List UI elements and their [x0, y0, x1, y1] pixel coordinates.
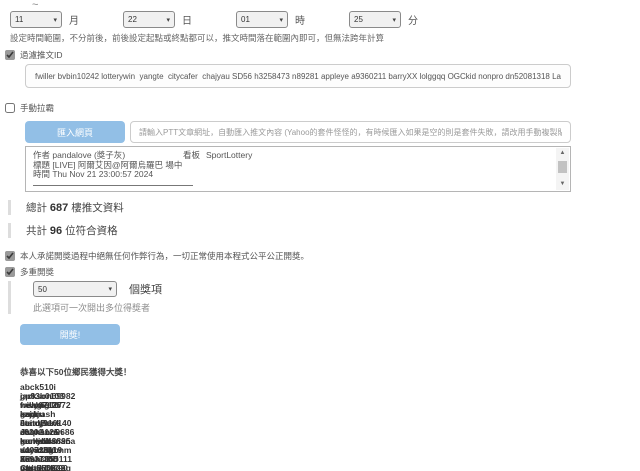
time-range-hint: 設定時間範圍，不分前後，前後設定起點或終點都可以，推文時間落在範圍內即可，但無法…	[10, 33, 385, 43]
fairness-promise-label: 本人承諾開獎過程中絕無任何作弊行為，一切正常使用本程式公平公正開獎。	[20, 251, 310, 261]
prize-count-select[interactable]: 50 ▾	[33, 281, 117, 297]
multi-draw-row: 多重開獎	[5, 266, 640, 278]
prize-count-value: 50	[38, 284, 47, 294]
winners-grid: abck510i jackson69982 newgigi7672 aajuju sta…	[20, 383, 640, 471]
id-filter-checkbox[interactable]	[5, 50, 15, 60]
chevron-down-icon: ▾	[279, 16, 283, 24]
article-url-input[interactable]	[130, 121, 571, 143]
minute-label: 分	[408, 16, 418, 27]
winner-name: david106	[20, 445, 57, 455]
manual-pull-checkbox[interactable]	[5, 103, 15, 113]
month-select[interactable]: 11 ▾	[10, 11, 62, 28]
draw-button[interactable]: 開獎!	[20, 324, 120, 345]
prize-count-hint: 此選項可一次開出多位得獎者	[33, 303, 151, 313]
winner-name: oorange290	[20, 463, 68, 471]
total-comments-count: 687	[49, 202, 69, 214]
manual-pull-label: 手動拉霸	[20, 103, 55, 113]
scroll-down-icon[interactable]: ▼	[560, 179, 566, 190]
article-board: 看板 SportLottery	[183, 150, 253, 160]
multi-draw-checkbox[interactable]	[5, 267, 15, 277]
minute-select-value: 25	[354, 15, 363, 24]
chevron-down-icon: ▾	[392, 16, 396, 24]
fairness-promise-checkbox[interactable]	[5, 251, 15, 261]
article-time: 時間 Thu Nov 21 23:00:57 2024	[33, 169, 154, 179]
month-select-value: 11	[15, 15, 24, 24]
range-separator-tilde: ~	[32, 0, 39, 11]
winners-column: godnash JointBank daqn1125 gunlinbanana davi…	[20, 410, 165, 471]
multi-draw-label: 多重開獎	[20, 267, 55, 277]
chevron-down-icon: ▾	[53, 16, 57, 24]
hour-select[interactable]: 01 ▾	[236, 11, 288, 28]
import-page-button[interactable]: 匯入網頁	[25, 121, 125, 143]
day-select[interactable]: 22 ▾	[123, 11, 175, 28]
fairness-promise-row: 本人承諾開獎過程中絕無任何作弊行為，一切正常使用本程式公平公正開獎。	[5, 250, 640, 262]
time-filter-row: 11 ▾ 月 22 ▾ 日 01 ▾ 時 25 ▾ 分	[10, 11, 640, 28]
hour-select-value: 01	[241, 15, 250, 24]
id-filter-row: 過濾推文ID	[5, 49, 640, 61]
scroll-up-icon[interactable]: ▲	[560, 148, 566, 159]
month-label: 月	[69, 16, 79, 27]
id-filter-label: 過濾推文ID	[20, 50, 63, 60]
qualified-users-stat: 共計 96 位符合資格	[8, 223, 640, 238]
scrollbar-thumb[interactable]	[558, 161, 567, 173]
chevron-down-icon: ▾	[108, 286, 112, 293]
total-comments-stat: 總計 687 樓推文資料	[8, 200, 640, 215]
article-separator-line	[33, 180, 193, 186]
id-filter-input[interactable]	[25, 64, 571, 88]
day-label: 日	[182, 16, 192, 27]
qualified-users-count: 96	[49, 225, 63, 237]
import-row: 匯入網頁	[25, 121, 640, 143]
day-select-value: 22	[128, 15, 137, 24]
article-preview-textarea[interactable]: 作者 pandalove (獎子灰) 看板 SportLottery 標題 [LI…	[25, 146, 571, 192]
minute-select[interactable]: 25 ▾	[349, 11, 401, 28]
result-heading: 恭喜以下50位鄉民獲得大獎！	[20, 367, 132, 377]
prize-count-label: 個獎項	[129, 284, 162, 296]
chevron-down-icon: ▾	[166, 16, 170, 24]
hour-label: 時	[295, 16, 305, 27]
scrollbar[interactable]: ▲ ▼	[556, 148, 569, 190]
prize-count-group: 50 ▾ 個獎項 此選項可一次開出多位得獎者	[8, 281, 640, 314]
manual-pull-row: 手動拉霸	[5, 102, 640, 114]
